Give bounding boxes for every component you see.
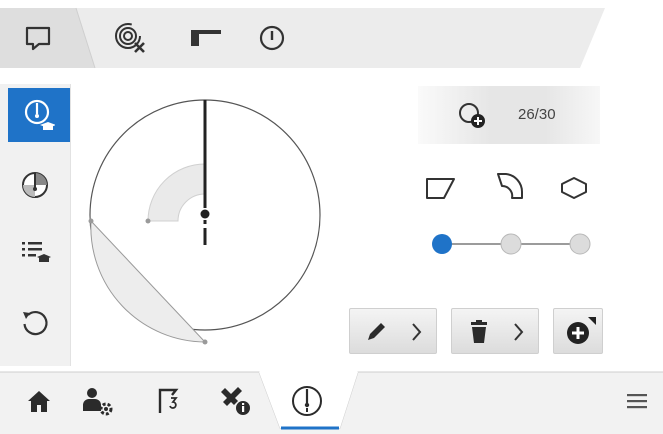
sidebar-item-list-training[interactable] [8,224,62,278]
power-icon [259,25,285,51]
user-settings-icon [83,388,113,416]
nav-tools-info[interactable] [212,378,258,424]
sidebar-item-dial-training[interactable] [8,88,70,142]
dial-handle-left[interactable] [88,218,94,224]
add-button[interactable] [553,308,603,354]
dial-handle-inner[interactable] [145,218,151,224]
nav-dial[interactable] [284,378,330,424]
slider-stop-3[interactable] [569,233,591,255]
sector-fill-icon [22,172,48,198]
power-button[interactable] [252,18,292,58]
dial-icon [292,386,322,416]
counter-value: 26/30 [518,106,556,123]
shape-curved-button[interactable] [488,166,532,206]
sidebar-item-sector[interactable] [8,158,62,212]
flag-icon [158,388,179,413]
shape-hexagon-button[interactable] [552,168,596,208]
pencil-icon [368,323,385,340]
target-cancel-button[interactable] [110,18,150,58]
nav-menu[interactable] [614,378,660,424]
edge-profile-icon [191,30,221,46]
slider-stop-2[interactable] [500,233,522,255]
curved-shape-icon [497,173,524,199]
chat-button[interactable] [18,18,58,58]
shape-trapezoid-button[interactable] [418,168,462,208]
list-cap-icon [22,242,51,262]
add-circle-icon [459,103,485,128]
chevron-right-icon [514,323,524,341]
top-toolbar [0,0,663,76]
piece-counter: 26/30 [418,86,600,144]
nav-flag[interactable] [146,378,192,424]
target-cancel-icon [115,23,145,53]
dial-cap-icon [24,99,55,130]
edge-profile-button[interactable] [186,18,226,58]
menu-icon [627,394,647,409]
edit-button[interactable] [349,308,437,354]
dial-handle-bottom[interactable] [202,339,208,345]
nav-home[interactable] [16,378,62,424]
plus-circle-icon [567,317,596,344]
dial-pivot [200,209,210,219]
trash-icon [471,320,487,343]
trapezoid-shape-icon [426,178,455,199]
left-sidebar [0,84,71,366]
nav-user-settings[interactable] [74,378,120,424]
reset-icon [23,310,48,336]
tools-info-icon [221,387,250,415]
hexagon-shape-icon [561,177,587,199]
delete-button[interactable] [451,308,539,354]
dial-diagram [88,99,321,345]
top-toolbar-background [0,7,605,69]
sidebar-item-reset[interactable] [8,296,62,350]
slider-stop-1[interactable] [432,234,452,254]
bottom-navigation [0,368,663,434]
chevron-right-icon [412,323,422,341]
step-slider[interactable] [430,226,596,266]
home-icon [28,391,50,412]
chat-icon [25,26,51,51]
